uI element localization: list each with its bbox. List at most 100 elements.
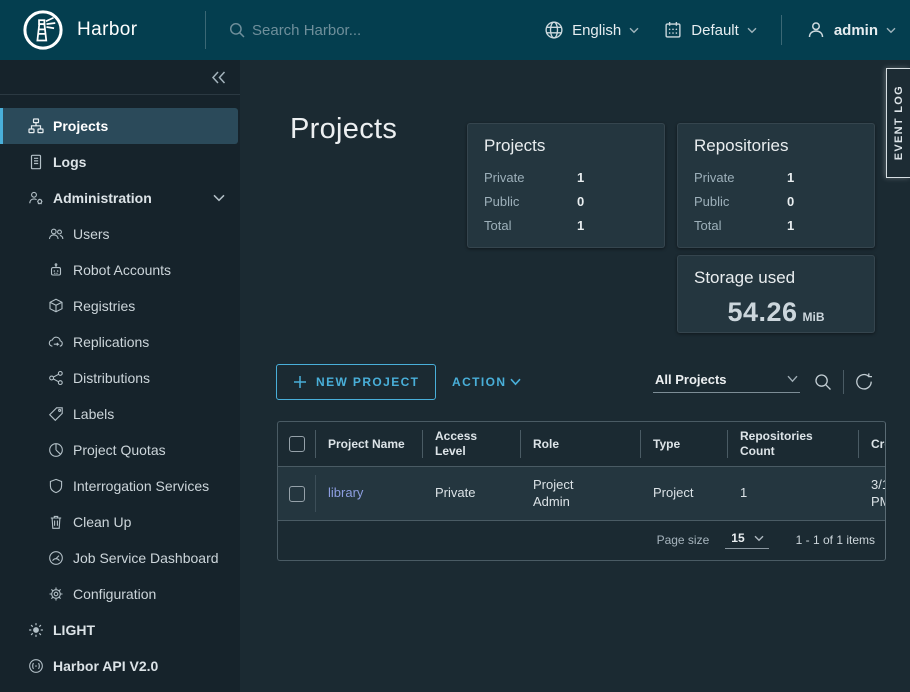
sidebar-item-distributions[interactable]: Distributions [0,360,240,396]
collapse-sidebar-icon[interactable] [211,71,226,84]
sidebar-item-logs[interactable]: Logs [0,144,240,180]
theme-label: Default [691,22,739,39]
username-label: admin [834,22,878,39]
sidebar-collapse-row [0,60,240,95]
column-header-project-name[interactable]: Project Name [316,422,423,466]
sidebar-item-robot-accounts[interactable]: Robot Accounts [0,252,240,288]
chevron-down-icon [886,27,896,34]
sidebar-item-interrogation-services[interactable]: Interrogation Services [0,468,240,504]
sidebar-item-label: Administration [53,190,152,206]
cube-icon [48,298,64,314]
role-value: Project Admin [533,477,595,511]
sidebar-item-replications[interactable]: Replications [0,324,240,360]
header-divider [205,11,206,49]
dashboard-icon [48,550,64,566]
column-header-repositories-count[interactable]: Repositories Count [728,422,859,466]
sidebar-item-labels[interactable]: Labels [0,396,240,432]
sidebar-item-label: Users [73,226,110,242]
column-header-access-level[interactable]: Access Level [423,422,521,466]
sidebar-item-configuration[interactable]: Configuration [0,576,240,612]
new-project-button[interactable]: NEW PROJECT [276,364,436,400]
project-filter-select[interactable]: All Projects [653,372,800,393]
stat-row: Public 0 [694,189,858,213]
sidebar-item-light-theme-toggle[interactable]: LIGHT [0,612,240,648]
stat-row: Private 1 [694,165,858,189]
chevron-down-icon [510,378,521,386]
card-title: Projects [484,136,648,156]
table-footer: Page size 15 1 - 1 of 1 items [278,521,885,559]
storage-amount: 54.26 [727,297,797,328]
sidebar-item-projects[interactable]: Projects [0,108,238,144]
sidebar-item-administration[interactable]: Administration [0,180,240,216]
sidebar: Projects Logs Administration Users Robot… [0,60,240,692]
header-actions: English Default admin [544,0,896,60]
brand-title: Harbor [77,19,137,41]
sidebar-item-label: Interrogation Services [73,478,209,494]
action-menu-button[interactable]: ACTION [452,364,521,400]
page-size-select[interactable]: 15 [725,531,768,549]
column-header-creation-time[interactable]: Cre [859,422,886,466]
projects-table: Project Name Access Level Role Type Repo… [277,421,886,561]
table-search-icon[interactable] [813,372,833,392]
new-project-label: NEW PROJECT [316,375,419,389]
gear-icon [48,586,64,602]
administrator-icon [28,190,44,206]
sidebar-item-label: Registries [73,298,135,314]
global-search [228,0,502,60]
harbor-logo-icon [22,9,64,51]
repositories-stats-card: Repositories Private 1 Public 0 Total 1 [677,123,875,248]
column-header-type[interactable]: Type [641,422,728,466]
sun-icon [28,622,44,638]
language-label: English [572,22,621,39]
stat-label: Public [484,194,577,209]
page-size-label: Page size [657,533,710,547]
users-icon [48,226,64,242]
note-icon [28,154,44,170]
sidebar-item-users[interactable]: Users [0,216,240,252]
project-name-cell: library [316,467,423,520]
project-link[interactable]: library [328,485,363,502]
search-input[interactable] [252,22,502,39]
chevron-down-icon [747,27,757,34]
sidebar-item-label: Configuration [73,586,156,602]
sidebar-item-job-service-dashboard[interactable]: Job Service Dashboard [0,540,240,576]
stat-label: Private [484,170,577,185]
sidebar-item-label: Projects [53,118,108,134]
row-checkbox-cell [278,467,316,520]
sidebar-item-label: Robot Accounts [73,262,171,278]
stat-row: Private 1 [484,165,648,189]
stat-value: 1 [787,170,794,185]
sidebar-item-harbor-api[interactable]: Harbor API V2.0 [0,648,240,684]
tag-icon [48,406,64,422]
stat-value: 1 [577,170,584,185]
stat-row: Total 1 [484,213,648,237]
sidebar-item-label: LIGHT [53,622,95,638]
items-range-label: 1 - 1 of 1 items [796,533,875,547]
theme-menu[interactable]: Default [663,20,757,40]
brand[interactable]: Harbor [22,9,137,51]
access-level-cell: Private [423,467,521,520]
sidebar-item-label: Labels [73,406,114,422]
sidebar-item-label: Harbor API V2.0 [53,658,158,674]
language-menu[interactable]: English [544,20,639,40]
chevron-down-icon [629,27,639,34]
storage-unit: MiB [803,310,825,324]
table-row: library Private Project Admin Project 1 … [278,467,886,521]
plus-icon [293,375,307,389]
page-size-value: 15 [731,531,744,545]
creation-time-value: 3/1 PM [871,477,886,511]
stat-row: Total 1 [694,213,858,237]
sidebar-item-clean-up[interactable]: Clean Up [0,504,240,540]
sidebar-item-project-quotas[interactable]: Project Quotas [0,432,240,468]
storage-used-card: Storage used 54.26 MiB [677,255,875,333]
sidebar-item-label: Job Service Dashboard [73,550,219,566]
event-log-tab[interactable]: EVENT LOG [886,68,910,178]
select-all-checkbox[interactable] [289,436,305,452]
column-header-role[interactable]: Role [521,422,641,466]
refresh-icon[interactable] [854,372,874,392]
row-checkbox[interactable] [289,486,305,502]
sidebar-item-registries[interactable]: Registries [0,288,240,324]
robot-icon [48,262,64,278]
chevron-down-icon [787,375,798,383]
user-menu[interactable]: admin [806,20,896,40]
